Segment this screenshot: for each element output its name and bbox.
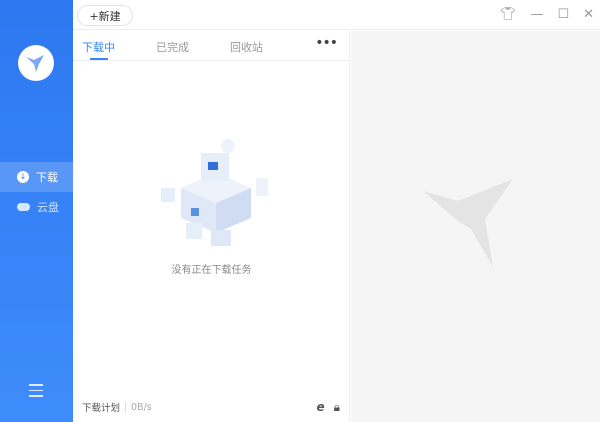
cloud-icon bbox=[17, 203, 30, 211]
ie-icon[interactable]: e bbox=[316, 400, 324, 415]
menu-button[interactable] bbox=[29, 384, 43, 401]
app-logo[interactable] bbox=[18, 45, 54, 81]
speed-readout: 0B/s bbox=[125, 401, 152, 413]
skin-icon[interactable]: 👕︎ bbox=[500, 7, 517, 22]
download-panel: 下载中 已完成 回收站 ••• 没有正在下载任务 下载计划 0B/s e 🔒︎ bbox=[73, 31, 350, 422]
tab-downloading[interactable]: 下载中 bbox=[82, 39, 115, 55]
status-bar: 下载计划 0B/s e 🔒︎ bbox=[73, 392, 350, 422]
sidebar-item-cloud[interactable]: 云盘 bbox=[0, 192, 73, 222]
maximize-button[interactable]: ☐ bbox=[557, 7, 569, 22]
sidebar-item-download[interactable]: ↓ 下载 bbox=[0, 162, 73, 192]
more-button[interactable]: ••• bbox=[315, 35, 338, 51]
download-icon: ↓ bbox=[17, 171, 29, 183]
hummingbird-icon bbox=[26, 55, 44, 72]
top-bar: +新建 👕︎ — ☐ ✕ bbox=[73, 0, 600, 30]
empty-message: 没有正在下载任务 bbox=[171, 265, 252, 276]
new-task-button[interactable]: +新建 bbox=[77, 5, 133, 26]
empty-illustration bbox=[161, 139, 268, 246]
tab-underline bbox=[90, 58, 108, 60]
tab-recycle-bin[interactable]: 回收站 bbox=[230, 39, 263, 55]
tab-completed[interactable]: 已完成 bbox=[156, 39, 189, 55]
detail-panel bbox=[351, 31, 600, 422]
sidebar: ↓ 下载 云盘 bbox=[0, 0, 73, 422]
lock-icon[interactable]: 🔒︎ bbox=[334, 400, 340, 415]
close-button[interactable]: ✕ bbox=[583, 7, 594, 22]
hummingbird-watermark-icon bbox=[423, 179, 513, 267]
download-plan-link[interactable]: 下载计划 bbox=[82, 400, 120, 414]
minimize-button[interactable]: — bbox=[530, 7, 543, 22]
